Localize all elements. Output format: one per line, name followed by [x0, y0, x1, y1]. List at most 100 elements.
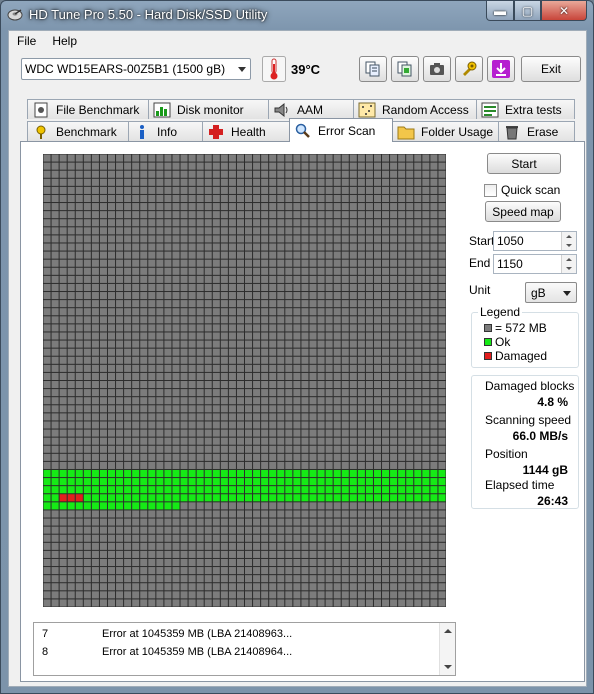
log-row[interactable]: 7 Error at 1045359 MB (LBA 21408963... [42, 628, 292, 644]
end-spinner[interactable] [561, 255, 576, 273]
scan-block-ok [164, 469, 172, 478]
tab-error-scan[interactable]: Error Scan [289, 118, 393, 142]
scan-block-unscanned [51, 372, 59, 380]
scan-block-unscanned [293, 510, 301, 518]
scan-block-unscanned [75, 162, 83, 170]
scan-block-unscanned [341, 300, 349, 308]
scan-block-unscanned [390, 211, 398, 219]
start-scan-button[interactable]: Start [487, 153, 561, 174]
scan-block-unscanned [333, 575, 341, 583]
tab-aam[interactable]: AAM [268, 99, 354, 119]
scroll-down-arrow-icon[interactable] [444, 665, 452, 669]
scan-block-unscanned [245, 219, 253, 227]
scan-block-unscanned [228, 445, 236, 453]
scan-block-unscanned [333, 186, 341, 194]
scan-block-unscanned [301, 340, 309, 348]
options-button[interactable] [455, 56, 483, 82]
scan-block-unscanned [373, 154, 382, 162]
scan-block-unscanned [390, 381, 398, 389]
tab-disk-monitor[interactable]: Disk monitor [148, 99, 269, 119]
maximize-button[interactable]: ▢ [514, 1, 541, 21]
scan-block-unscanned [309, 534, 317, 542]
scan-block-unscanned [325, 227, 333, 235]
scan-block-unscanned [382, 421, 390, 429]
scan-block-ok [156, 478, 164, 486]
scan-block-unscanned [228, 186, 236, 194]
quick-scan-checkbox[interactable] [484, 183, 497, 197]
tab-erase[interactable]: Erase [498, 121, 575, 141]
close-button[interactable]: ✕ [541, 1, 587, 21]
scan-block-unscanned [140, 219, 148, 227]
log-row[interactable]: 8 Error at 1045359 MB (LBA 21408964... [42, 646, 292, 662]
scan-block-unscanned [132, 203, 140, 211]
tab-file-benchmark[interactable]: File Benchmark [27, 99, 149, 119]
scan-block-unscanned [253, 219, 261, 227]
scan-block-unscanned [116, 316, 124, 324]
scan-block-unscanned [124, 461, 132, 469]
exit-button[interactable]: Exit [521, 56, 581, 82]
scan-block-unscanned [285, 445, 293, 453]
scan-block-unscanned [398, 227, 406, 235]
save-button[interactable] [487, 56, 515, 82]
scan-block-unscanned [132, 316, 140, 324]
error-log-list[interactable]: 7 Error at 1045359 MB (LBA 21408963... 8… [33, 622, 456, 676]
scan-block-unscanned [43, 510, 51, 518]
scan-block-unscanned [253, 526, 261, 534]
end-position-input[interactable]: 1150 [493, 254, 577, 274]
scan-block-unscanned [116, 583, 124, 591]
menu-file[interactable]: File [9, 31, 44, 52]
elapsed-time-label: Elapsed time [485, 478, 555, 492]
scan-block-unscanned [75, 170, 83, 178]
scan-block-unscanned [228, 421, 236, 429]
scan-block-unscanned [75, 235, 83, 243]
scan-block-unscanned [148, 421, 156, 429]
scan-stats: Damaged blocks 4.8 % Scanning speed 66.0… [471, 375, 579, 509]
scan-block-unscanned [116, 243, 124, 251]
scan-block-unscanned [285, 356, 293, 364]
start-position-input[interactable]: 1050 [493, 231, 577, 251]
copy-screenshot-button[interactable] [391, 56, 419, 82]
scan-block-unscanned [373, 267, 382, 275]
scan-block-unscanned [220, 275, 228, 283]
tab-info[interactable]: Info [128, 121, 203, 141]
scan-block-unscanned [398, 364, 406, 372]
scan-block-unscanned [325, 397, 333, 405]
scan-block-unscanned [212, 219, 220, 227]
title-bar[interactable]: HD Tune Pro 5.50 - Hard Disk/SSD Utility… [1, 1, 593, 29]
scan-block-unscanned [156, 154, 164, 162]
scan-block-ok [67, 502, 75, 510]
scan-block-unscanned [398, 381, 406, 389]
drive-select[interactable]: WDC WD15EARS-00Z5B1 (1500 gB) [21, 58, 251, 80]
scan-block-unscanned [422, 178, 430, 186]
scan-block-unscanned [188, 211, 196, 219]
quick-scan-option[interactable]: Quick scan [484, 182, 560, 198]
scan-block-unscanned [99, 567, 107, 575]
scan-block-unscanned [349, 502, 357, 510]
minimize-button[interactable]: ▬ [486, 1, 514, 21]
menu-help[interactable]: Help [44, 31, 85, 52]
scan-block-unscanned [124, 235, 132, 243]
screenshot-button[interactable] [423, 56, 451, 82]
speed-map-button[interactable]: Speed map [485, 201, 561, 222]
scan-block-unscanned [116, 178, 124, 186]
start-spinner[interactable] [561, 232, 576, 250]
scan-block-unscanned [373, 194, 382, 203]
tab-health[interactable]: Health [202, 121, 290, 141]
scan-block-unscanned [317, 510, 325, 518]
log-scrollbar[interactable] [439, 623, 455, 675]
scan-block-unscanned [124, 170, 132, 178]
tab-random-access[interactable]: Random Access [353, 99, 477, 119]
scan-block-unscanned [438, 429, 446, 437]
tab-benchmark[interactable]: Benchmark [27, 121, 129, 141]
copy-text-button[interactable] [359, 56, 387, 82]
scan-block-unscanned [349, 599, 357, 607]
scan-block-unscanned [317, 170, 325, 178]
unit-select[interactable]: gB [525, 282, 577, 303]
scan-block-unscanned [99, 292, 107, 300]
scan-block-unscanned [172, 300, 180, 308]
scan-block-unscanned [196, 405, 204, 413]
tab-folder-usage[interactable]: Folder Usage [392, 121, 499, 141]
scroll-up-arrow-icon[interactable] [444, 629, 452, 633]
tab-extra-tests[interactable]: Extra tests [476, 99, 575, 119]
scan-block-unscanned [107, 445, 116, 453]
